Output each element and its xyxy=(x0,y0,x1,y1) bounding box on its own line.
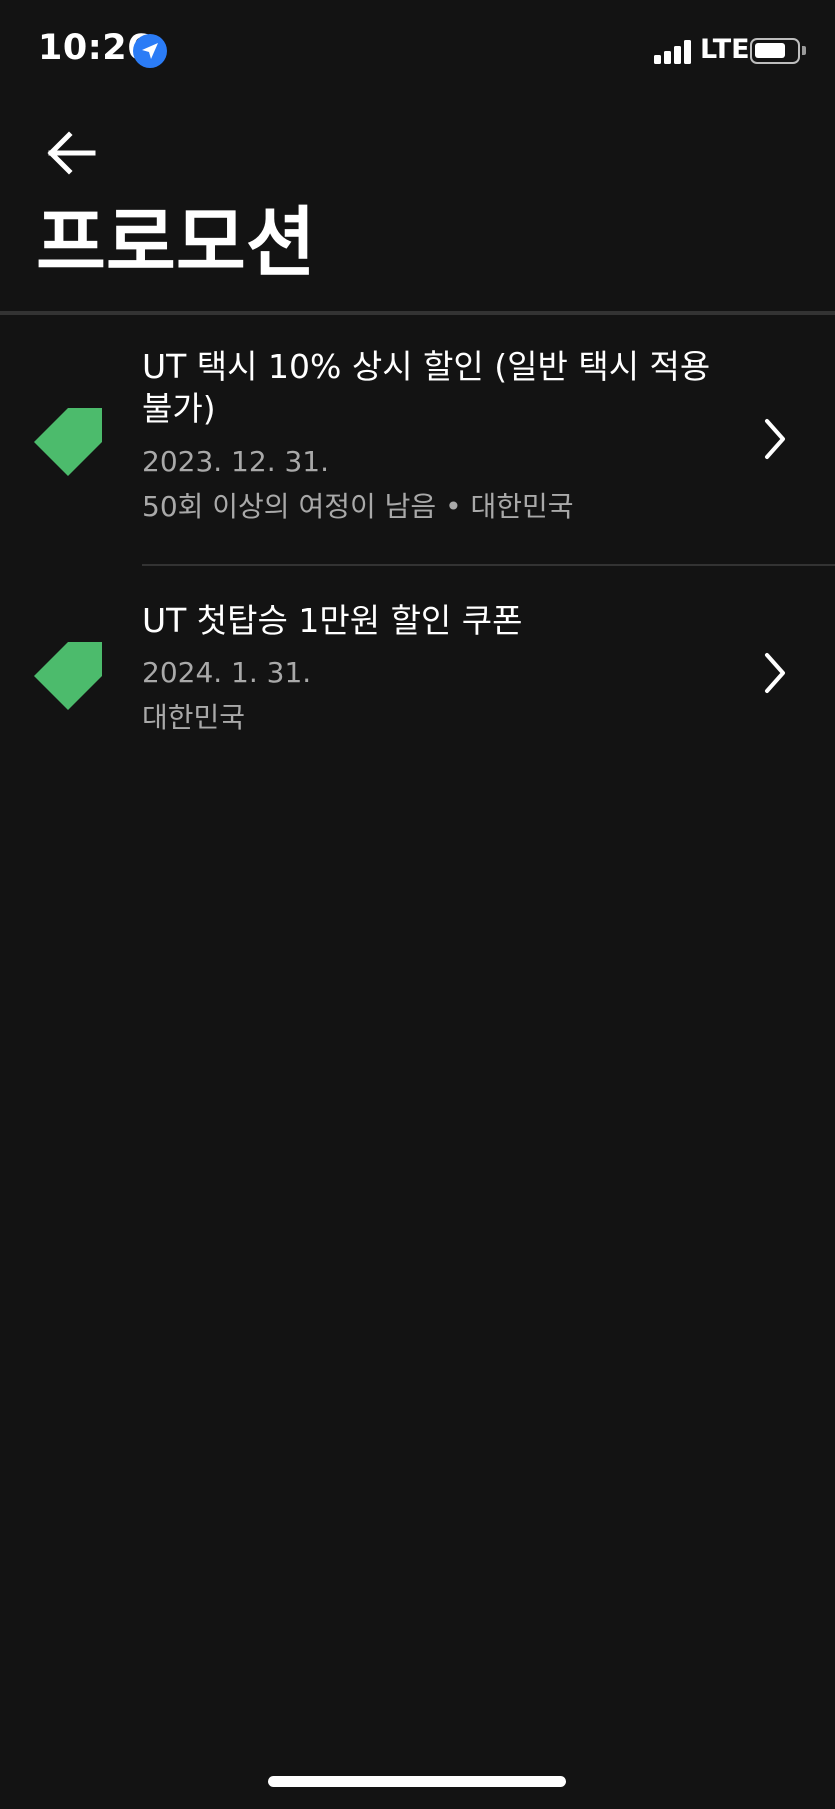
promotion-expiry-date: 2023. 12. 31. xyxy=(142,445,330,478)
promotion-item[interactable]: UT 첫탑승 1만원 할인 쿠폰 2024. 1. 31. 대한민국 xyxy=(0,566,835,746)
header-divider xyxy=(0,311,835,315)
network-type-label: LTE xyxy=(700,34,750,65)
chevron-right-icon xyxy=(765,419,785,459)
battery-icon xyxy=(750,38,806,64)
home-indicator[interactable] xyxy=(268,1776,566,1787)
promotion-title: UT 첫탑승 1만원 할인 쿠폰 xyxy=(142,601,523,640)
promotion-expiry-date: 2024. 1. 31. xyxy=(142,656,312,689)
tag-icon xyxy=(34,642,102,710)
back-button[interactable] xyxy=(36,122,106,184)
location-arrow-icon xyxy=(133,34,167,68)
tag-icon xyxy=(34,408,102,476)
promotion-detail: 대한민국 xyxy=(142,701,246,734)
promotion-detail: 50회 이상의 여정이 남음 • 대한민국 xyxy=(142,490,574,523)
arrow-left-icon xyxy=(47,131,96,175)
promotion-title: UT 택시 10% 상시 할인 (일반 택시 적용 불가) xyxy=(142,347,711,428)
page-title: 프로모션 xyxy=(36,198,316,287)
promotions-screen: 10:26 LTE 프로모션 UT 택시 10% 상시 할인 (일반 택시 적용… xyxy=(0,0,835,1809)
chevron-right-icon xyxy=(765,653,785,693)
signal-bars-icon xyxy=(654,38,694,64)
promotion-item[interactable]: UT 택시 10% 상시 할인 (일반 택시 적용 불가) 2023. 12. … xyxy=(0,316,835,564)
status-bar: 10:26 LTE xyxy=(0,0,835,100)
